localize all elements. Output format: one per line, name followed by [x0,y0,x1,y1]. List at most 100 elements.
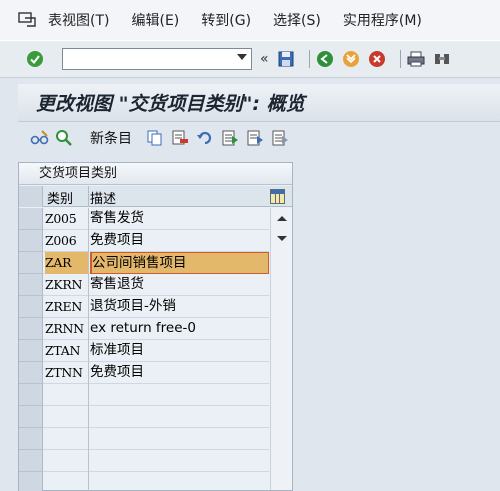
row-selector[interactable] [19,318,43,340]
edit-glasses-icon[interactable] [30,129,49,147]
row-selector[interactable] [19,406,43,428]
vertical-scrollbar[interactable] [270,208,292,490]
save-icon[interactable] [277,50,295,68]
cell-description[interactable]: ex return free-0 [90,318,269,340]
cell-description[interactable]: 免费项目 [90,362,269,384]
cancel-icon[interactable] [368,50,386,68]
toolbar-separator [308,50,310,68]
menu-item-edit[interactable]: 编辑(E) [131,10,179,30]
row-selector[interactable] [19,472,43,491]
row-selector[interactable] [19,230,43,252]
table-row[interactable]: ZRNN ex return free-0 [19,318,269,340]
table-row[interactable]: Z005 寄售发货 [19,208,269,230]
cell-description[interactable]: 标准项目 [90,340,269,362]
menu-icon[interactable] [18,12,38,28]
row-selector[interactable] [19,340,43,362]
back-icon[interactable] [316,50,334,68]
table-row[interactable]: ZREN 退货项目-外销 [19,296,269,318]
print-icon[interactable] [407,50,425,68]
cell-type[interactable]: Z005 [45,208,88,230]
command-field[interactable] [62,48,252,70]
menu-item-selection[interactable]: 选择(S) [273,10,321,30]
row-selector[interactable] [19,252,43,274]
menu-bar: 表视图(T) 编辑(E) 转到(G) 选择(S) 实用程序(M) [0,0,500,40]
command-collapse-icon[interactable]: « [260,51,269,67]
cell-type[interactable] [45,406,88,428]
cell-description[interactable]: 寄售退货 [90,274,269,296]
select-all-icon[interactable] [221,129,239,147]
table-row[interactable]: Z006 免费项目 [19,230,269,252]
row-selector[interactable] [19,362,43,384]
cell-type[interactable]: ZAR [45,252,88,274]
cell-divider [88,450,89,472]
standard-toolbar: « [0,40,500,78]
column-header-type[interactable]: 类别 [47,188,73,207]
cell-divider [88,296,89,318]
row-selector[interactable] [19,384,43,406]
table-row-empty[interactable] [19,406,269,428]
select-block-icon[interactable] [246,129,264,147]
cell-type[interactable]: Z006 [45,230,88,252]
column-divider[interactable] [88,186,89,207]
menu-item-goto[interactable]: 转到(G) [201,10,251,30]
cell-divider [88,384,89,406]
cell-description[interactable]: 免费项目 [90,230,269,252]
table-rows: Z005 寄售发货 Z006 免费项目 ZAR 公司间销售项目 ZKRN 寄售退… [19,208,269,491]
cell-divider [88,274,89,296]
display-change-icon[interactable] [55,129,73,147]
cell-description[interactable] [90,450,269,472]
deselect-all-icon[interactable] [271,129,289,147]
cell-description[interactable] [90,406,269,428]
new-entries-button[interactable]: 新条目 [90,128,132,148]
cell-type[interactable]: ZKRN [45,274,88,296]
table-row[interactable]: ZKRN 寄售退货 [19,274,269,296]
table-row[interactable]: ZTAN 标准项目 [19,340,269,362]
cell-divider [88,208,89,230]
row-selector[interactable] [19,208,43,230]
cell-description[interactable]: 公司间销售项目 [90,252,269,274]
table-row-empty[interactable] [19,384,269,406]
menu-item-utilities[interactable]: 实用程序(M) [343,10,422,30]
cell-type[interactable] [45,428,88,450]
scroll-down-icon[interactable] [277,236,287,241]
find-icon[interactable] [433,50,451,68]
table-header: 类别 描述 [19,186,292,207]
page-title: 更改视图 "交货项目类别": 概览 [36,93,305,115]
row-selector[interactable] [19,428,43,450]
delete-icon[interactable] [171,129,189,147]
table-row-selected[interactable]: ZAR 公司间销售项目 [19,252,269,274]
table-row-empty[interactable] [19,428,269,450]
menu-item-table-view[interactable]: 表视图(T) [48,10,109,30]
cell-type[interactable]: ZTAN [45,340,88,362]
column-header-description[interactable]: 描述 [90,188,116,207]
cell-type[interactable]: ZTNN [45,362,88,384]
cell-divider [88,230,89,252]
cell-type[interactable] [45,384,88,406]
cell-description[interactable]: 退货项目-外销 [90,296,269,318]
cell-divider [88,252,89,274]
cell-type[interactable]: ZREN [45,296,88,318]
select-all-rows-button[interactable] [19,186,43,207]
copy-icon[interactable] [146,129,164,147]
table-row-empty[interactable] [19,450,269,472]
cell-description[interactable] [90,472,269,491]
scroll-up-icon[interactable] [277,216,287,221]
chevron-down-icon[interactable] [237,54,247,60]
cell-type[interactable] [45,450,88,472]
undo-icon[interactable] [196,129,214,147]
row-selector[interactable] [19,296,43,318]
cell-description[interactable] [90,428,269,450]
table-title: 交货项目类别 [19,163,292,185]
enter-icon[interactable] [26,50,44,68]
table-row-empty[interactable] [19,472,269,491]
toolbar-separator [399,50,401,68]
exit-icon[interactable] [342,50,360,68]
row-selector[interactable] [19,274,43,296]
table-row[interactable]: ZTNN 免费项目 [19,362,269,384]
cell-type[interactable]: ZRNN [45,318,88,340]
row-selector[interactable] [19,450,43,472]
cell-description[interactable] [90,384,269,406]
table-config-icon[interactable] [270,189,285,204]
cell-description[interactable]: 寄售发货 [90,208,269,230]
cell-type[interactable] [45,472,88,491]
